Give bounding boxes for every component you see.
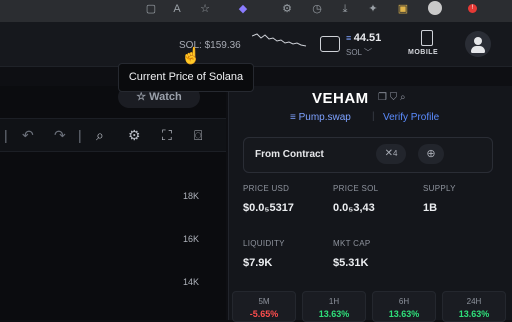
sol-sparkline <box>252 33 307 47</box>
copy-icon[interactable]: ❐ <box>378 92 387 103</box>
stat-label: LIQUIDITY <box>243 239 285 248</box>
undo-icon[interactable]: ↶ <box>22 127 34 144</box>
verify-profile-link[interactable]: Verify Profile <box>383 112 439 123</box>
timeframe-label: 6H <box>398 297 410 306</box>
wallet-amount: 44.51 <box>353 32 382 44</box>
timeframe-label: 1H <box>328 297 340 306</box>
window-icon[interactable]: ▢ <box>144 2 158 16</box>
pump-label: Pump.swap <box>298 112 351 123</box>
extension-icon[interactable]: ◆ <box>236 2 250 16</box>
x-count: 4 <box>392 149 398 158</box>
pump-icon: ≡ <box>290 112 299 123</box>
y-axis-label: 18K <box>183 191 200 201</box>
token-actions: ❐ ⛉ ⌕ <box>378 92 406 103</box>
search-chart-icon[interactable]: ⌕ <box>96 127 104 144</box>
extensions-puzzle-icon[interactable]: ✦ <box>366 2 380 16</box>
x-icon: ✕ <box>384 148 393 159</box>
stat-value: $7.9K <box>243 257 273 269</box>
download-icon[interactable]: ⤓ <box>338 2 352 16</box>
timeframe-1h[interactable]: 1H 13.63% <box>302 291 366 322</box>
wallet-balance[interactable]: ≡ 44.51 <box>346 32 381 44</box>
history-icon[interactable]: ◷ <box>310 2 324 16</box>
x-social-chip[interactable]: ✕4 <box>376 144 406 164</box>
divider: | <box>78 127 82 143</box>
timeframe-change: -5.65% <box>249 309 279 319</box>
solana-icon: ≡ <box>346 33 354 43</box>
fullscreen-icon[interactable]: ⛶ <box>162 127 172 144</box>
globe-icon: ⊕ <box>426 148 436 160</box>
star-icon[interactable]: ☆ <box>198 2 212 16</box>
wallet-icon[interactable] <box>320 36 340 52</box>
y-axis-label: 14K <box>183 277 200 287</box>
timeframe-label: 5M <box>258 297 270 306</box>
timeframe-change: 13.63% <box>318 309 350 319</box>
timeframe-5m[interactable]: 5M -5.65% <box>232 291 296 322</box>
stat-value: $5.31K <box>333 257 369 269</box>
timeframe-6h[interactable]: 6H 13.63% <box>372 291 436 322</box>
mobile-label[interactable]: MOBILE <box>408 49 438 56</box>
extension-icon[interactable]: ⚙ <box>280 2 294 16</box>
contract-label: From Contract <box>255 149 324 160</box>
settings-icon[interactable]: ⚙ <box>128 127 141 144</box>
chevron-down-icon: ﹀ <box>363 48 372 57</box>
timeframe-label: 24H <box>466 297 482 306</box>
chart-toolbar: | ↶ ↷ | ⌕ ⚙ ⛶ ⌼ <box>0 118 226 152</box>
divider: | <box>372 111 375 122</box>
notification-badge[interactable]: ! <box>468 4 477 13</box>
stat-label: SUPPLY <box>423 184 456 193</box>
camera-icon[interactable]: ⌼ <box>194 127 202 144</box>
star-icon: ☆ <box>136 91 150 103</box>
website-chip[interactable]: ⊕ <box>418 144 444 164</box>
browser-toolbar: ▢ A ☆ ◆ ⚙ ◷ ⤓ ✦ ▣ ! <box>0 0 512 22</box>
extension-icon[interactable]: ▣ <box>396 2 410 16</box>
stat-value: $0.0₅5317 <box>243 202 294 214</box>
price-tooltip: Current Price of Solana <box>118 63 254 92</box>
timeframe-change: 13.63% <box>388 309 420 319</box>
watch-label: Watch <box>149 91 182 103</box>
token-name: VEHAM <box>312 90 369 107</box>
stat-label: PRICE USD <box>243 184 290 193</box>
hand-cursor-icon: ☝ <box>181 48 201 65</box>
y-axis-label: 16K <box>183 234 200 244</box>
user-icon <box>474 37 482 45</box>
stat-value: 1B <box>423 202 438 214</box>
timeframe-change: 13.63% <box>458 309 490 319</box>
timeframe-24h[interactable]: 24H 13.63% <box>442 291 506 322</box>
wallet-currency-select[interactable]: SOL ﹀ <box>346 47 372 58</box>
divider: | <box>4 127 8 143</box>
profile-avatar[interactable] <box>465 31 491 57</box>
text-size-icon[interactable]: A <box>170 2 184 16</box>
pump-swap-link[interactable]: ≡ Pump.swap <box>290 112 351 123</box>
stat-label: MKT CAP <box>333 239 371 248</box>
redo-icon[interactable]: ↷ <box>54 127 66 144</box>
stat-label: PRICE SOL <box>333 184 379 193</box>
shield-icon[interactable]: ⛉ <box>390 92 398 103</box>
mobile-icon[interactable] <box>421 30 433 46</box>
wallet-currency: SOL <box>346 48 362 57</box>
browser-avatar[interactable] <box>428 1 442 15</box>
search-icon[interactable]: ⌕ <box>400 92 406 103</box>
user-icon-body <box>471 46 485 53</box>
stat-value: 0.0₅3,43 <box>333 202 375 214</box>
